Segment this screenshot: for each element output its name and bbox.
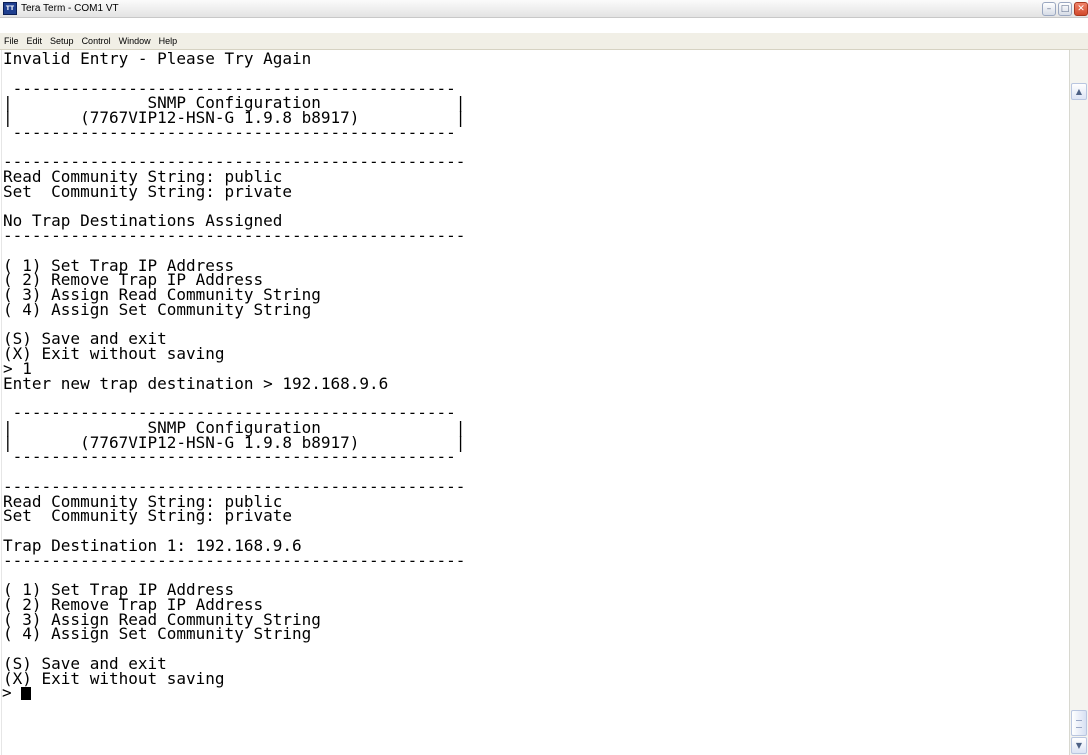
terminal-line: Set Community String: private [3, 506, 292, 526]
terminal-line: (X) Exit without saving [3, 344, 225, 363]
menu-setup[interactable]: Setup [50, 36, 74, 46]
terminal-line: ----------------------------------------… [3, 122, 466, 142]
scroll-thumb[interactable] [1071, 710, 1087, 736]
menu-window[interactable]: Window [119, 36, 151, 46]
terminal-line: Enter new trap destination > 192.168.9.6 [3, 373, 389, 393]
terminal-prompt-line[interactable]: > [2, 683, 1069, 703]
window-title: Tera Term - COM1 VT [21, 3, 119, 14]
tera-term-app-icon[interactable]: TT [3, 2, 17, 15]
terminal-screen[interactable]: Invalid Entry - Please Try Again -------… [1, 50, 1069, 755]
terminal-line: ----------------------------------------… [3, 226, 466, 245]
text-cursor [21, 687, 32, 701]
prompt-symbol: > [2, 683, 22, 703]
terminal-line: (X) Exit without saving [3, 668, 225, 688]
menu-help[interactable]: Help [159, 36, 178, 46]
maximize-button[interactable]: □ [1058, 2, 1072, 16]
title-bar[interactable]: TT Tera Term - COM1 VT – □ ✕ [0, 0, 1088, 18]
terminal-line: Set Community String: private [3, 181, 292, 201]
menu-control[interactable]: Control [82, 36, 111, 46]
terminal-line: ( 4) Assign Set Community String [3, 299, 312, 319]
scroll-down-arrow-icon[interactable]: ▼ [1071, 737, 1087, 754]
vertical-scrollbar[interactable]: ▲ ▼ [1069, 50, 1088, 755]
terminal-line: ----------------------------------------… [3, 447, 466, 467]
grip-icon [1076, 720, 1082, 728]
terminal-line: Invalid Entry - Please Try Again [3, 49, 312, 68]
menu-bar: File Edit Setup Control Window Help [0, 33, 1088, 50]
terminal-output: Invalid Entry - Please Try Again -------… [2, 50, 1069, 686]
menu-file[interactable]: File [4, 36, 19, 46]
close-button[interactable]: ✕ [1074, 2, 1088, 16]
terminal-line: ( 4) Assign Set Community String [3, 624, 312, 644]
minimize-button[interactable]: – [1042, 2, 1056, 16]
terminal-line: ----------------------------------------… [3, 550, 466, 570]
menu-edit[interactable]: Edit [27, 36, 43, 46]
scroll-up-arrow-icon[interactable]: ▲ [1071, 83, 1087, 100]
